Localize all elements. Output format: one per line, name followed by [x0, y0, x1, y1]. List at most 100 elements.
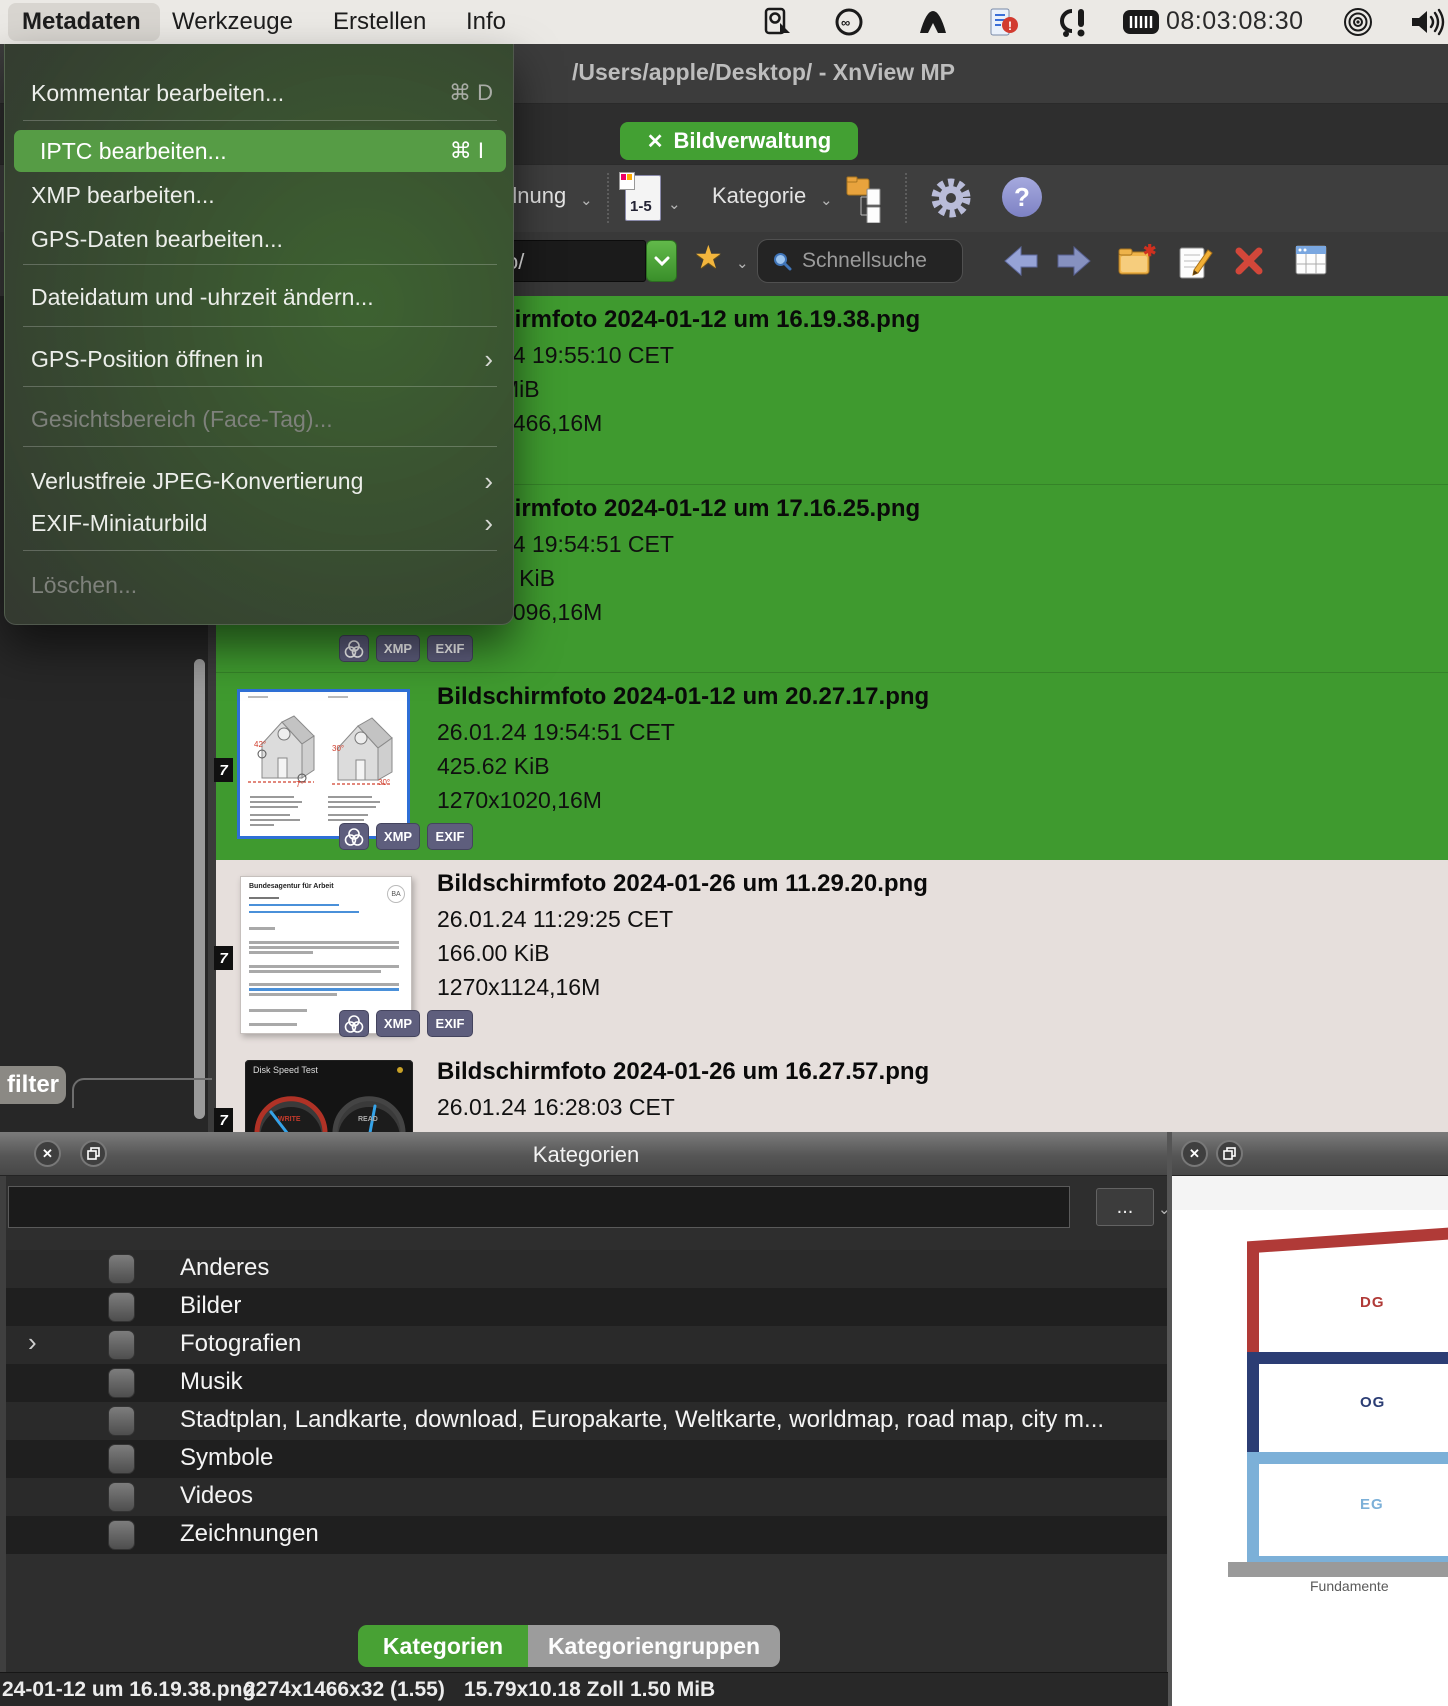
category-search-field[interactable]: [8, 1186, 1070, 1228]
file-row[interactable]: 42° 7° 30° 30° Bildschirmfoto 2024-01-12…: [216, 672, 1448, 860]
category-row[interactable]: Bilder: [6, 1288, 1168, 1326]
category-row[interactable]: Videos: [6, 1478, 1168, 1516]
menu-item-exif-miniaturbild[interactable]: EXIF-Miniaturbild ›: [5, 504, 515, 542]
tab-kategoriengruppen[interactable]: Kategoriengruppen: [528, 1625, 780, 1667]
search-icon: [774, 253, 792, 271]
menubar-item-info[interactable]: Info: [466, 8, 506, 36]
exif-badge: EXIF: [427, 1010, 473, 1037]
edit-icon[interactable]: [1176, 242, 1214, 287]
category-checkbox[interactable]: [108, 1482, 135, 1512]
file-dims: 1096,16M: [500, 599, 603, 625]
menu-item-kommentar[interactable]: Kommentar bearbeiten... ⌘ D: [5, 74, 515, 112]
panel-tabs: Kategorien Kategoriengruppen: [358, 1625, 780, 1667]
category-checkbox[interactable]: [108, 1406, 135, 1436]
more-options-button[interactable]: ...: [1096, 1188, 1154, 1226]
search-input[interactable]: [800, 248, 950, 274]
menubar-item-erstellen[interactable]: Erstellen: [333, 8, 426, 36]
xmp-badge: XMP: [376, 1010, 420, 1037]
file-thumbnail[interactable]: Disk Speed Test WRITE READ 1961.3 2691.6…: [244, 1059, 414, 1132]
category-row[interactable]: Musik: [6, 1364, 1168, 1402]
undock-panel-icon[interactable]: [80, 1140, 107, 1167]
category-row[interactable]: Symbole: [6, 1440, 1168, 1478]
new-folder-icon[interactable]: ✱: [1116, 242, 1156, 287]
category-checkbox[interactable]: [108, 1368, 135, 1398]
menu-item-dateidatum[interactable]: Dateidatum und -uhrzeit ändern...: [5, 278, 515, 316]
menu-bar-clock[interactable]: 08:03:08:30: [1166, 7, 1304, 36]
read-label: READ: [358, 1116, 378, 1123]
floor-label-og: OG: [1360, 1394, 1386, 1411]
menubar-item-metadaten[interactable]: Metadaten: [22, 8, 141, 36]
svg-text:!: !: [1008, 19, 1012, 33]
status-file-size: 1.50 MiB: [630, 1678, 716, 1701]
path-dropdown-button[interactable]: [646, 240, 677, 282]
category-label: Stadtplan, Landkarte, download, Europaka…: [180, 1406, 1105, 1433]
favorites-star-icon[interactable]: ★: [694, 238, 723, 276]
thumbnail-view-icon[interactable]: [1294, 244, 1328, 281]
tab-kategorien[interactable]: Kategorien: [358, 1625, 528, 1667]
close-panel-icon[interactable]: ✕: [34, 1140, 61, 1167]
menu-item-gps-daten[interactable]: GPS-Daten bearbeiten...: [5, 220, 515, 258]
category-row[interactable]: Zeichnungen: [6, 1516, 1168, 1554]
sort-thumbnails-button[interactable]: 1-5: [619, 172, 661, 221]
category-tree-icon[interactable]: [845, 175, 889, 224]
document-alert-icon[interactable]: !: [986, 7, 1018, 37]
undock-panel-icon[interactable]: [1216, 1140, 1243, 1167]
write-label: WRITE: [278, 1116, 301, 1123]
category-checkbox[interactable]: [108, 1520, 135, 1550]
preview-panel-header[interactable]: ✕: [1172, 1132, 1448, 1176]
menu-item-gps-position[interactable]: GPS-Position öffnen in ›: [5, 340, 515, 378]
notification-blocker-icon[interactable]: [1058, 7, 1090, 37]
menu-separator: [23, 326, 497, 327]
file-date: 26.01.24 16:28:03 CET: [437, 1094, 675, 1120]
category-row[interactable]: › Fotografien: [6, 1326, 1168, 1364]
delete-x-icon[interactable]: [1234, 246, 1264, 281]
creative-cloud-icon[interactable]: ∞: [833, 7, 865, 37]
shortcut: ⌘ D: [449, 80, 493, 105]
menu-item-iptc[interactable]: IPTC bearbeiten... ⌘ I: [14, 130, 506, 172]
file-row[interactable]: Bundesagentur für Arbeit BA Bildschirmfo…: [216, 860, 1448, 1048]
close-panel-icon[interactable]: ✕: [1181, 1140, 1208, 1167]
screenshot-app-icon[interactable]: [762, 7, 794, 37]
file-name: hirmfoto 2024-01-12 um 16.19.38.png: [500, 306, 921, 333]
menu-separator: [23, 120, 497, 121]
collapsed-panel-edge: [72, 1078, 212, 1108]
preview-image[interactable]: DG OG EG Fundamente: [1172, 1176, 1448, 1706]
category-dropdown[interactable]: Kategorie: [712, 183, 806, 209]
category-row[interactable]: Stadtplan, Landkarte, download, Europaka…: [6, 1402, 1168, 1440]
file-date: 24 19:54:51 CET: [500, 531, 674, 557]
file-row[interactable]: Disk Speed Test WRITE READ 1961.3 2691.6…: [216, 1048, 1448, 1132]
category-row[interactable]: Anderes: [6, 1250, 1168, 1288]
category-checkbox[interactable]: [108, 1444, 135, 1474]
category-checkbox[interactable]: [108, 1292, 135, 1322]
menu-item-xmp[interactable]: XMP bearbeiten...: [5, 176, 515, 214]
help-button[interactable]: ?: [1002, 177, 1042, 217]
folder-panel-scrollbar[interactable]: [194, 659, 205, 1119]
settings-gear-icon[interactable]: [928, 175, 974, 226]
menubar-item-werkzeuge[interactable]: Werkzeuge: [172, 8, 293, 36]
menu-separator: [23, 446, 497, 447]
timer-icon[interactable]: [1122, 9, 1159, 39]
vpn-mountain-icon[interactable]: [916, 7, 948, 37]
chevron-down-icon[interactable]: ⌄: [736, 254, 749, 272]
submenu-arrow-icon: ›: [484, 343, 493, 374]
forward-arrow-icon[interactable]: [1056, 244, 1092, 283]
orientation-badge: 7: [214, 758, 233, 782]
category-label: Zeichnungen: [180, 1520, 319, 1547]
status-dimensions: 2274x1466x32 (1.55): [244, 1678, 445, 1701]
category-checkbox[interactable]: [108, 1330, 135, 1360]
quick-search-field[interactable]: [757, 239, 963, 283]
category-search-input[interactable]: [9, 1187, 1069, 1227]
airplay-icon[interactable]: [1342, 7, 1374, 37]
back-arrow-icon[interactable]: [1003, 244, 1039, 283]
tab-bildverwaltung[interactable]: ✕ Bildverwaltung: [620, 122, 858, 160]
volume-icon[interactable]: [1410, 7, 1445, 37]
window-title: /Users/apple/Desktop/ - XnView MP: [572, 59, 956, 85]
expand-arrow[interactable]: ›: [28, 1327, 37, 1358]
category-checkbox[interactable]: [108, 1254, 135, 1284]
exif-badge: EXIF: [427, 823, 473, 850]
menu-item-jpeg-konvertierung[interactable]: Verlustfreie JPEG-Konvertierung ›: [5, 462, 515, 500]
submenu-arrow-icon: ›: [484, 507, 493, 538]
tab-close-icon[interactable]: ✕: [647, 129, 664, 154]
file-thumbnail[interactable]: 42° 7° 30° 30°: [237, 689, 410, 839]
categories-panel-header[interactable]: Kategorien ✕: [0, 1132, 1172, 1176]
